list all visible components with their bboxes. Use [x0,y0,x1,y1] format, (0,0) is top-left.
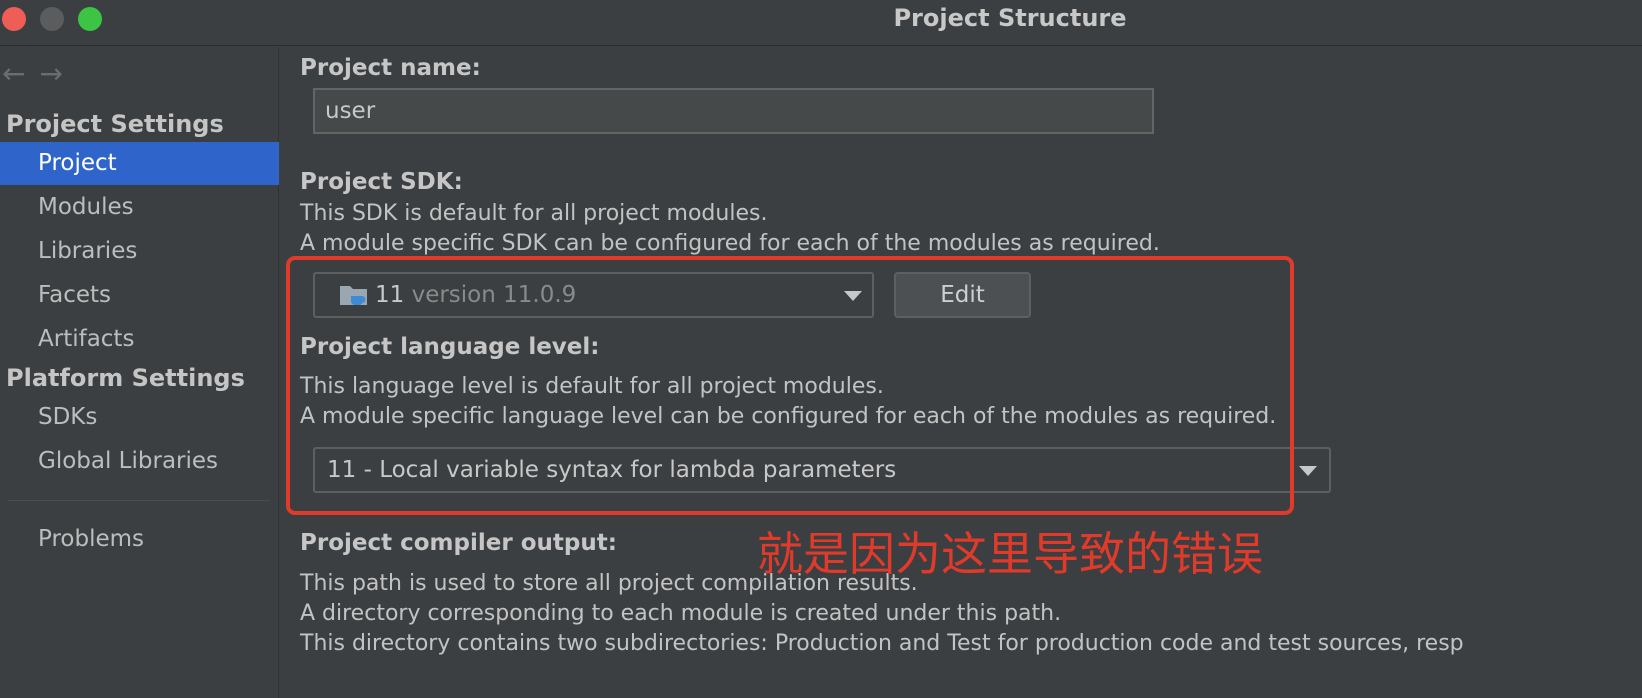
sidebar: ←→ Project Settings Project Modules Libr… [0,47,279,698]
sidebar-divider [8,500,270,501]
window-title: Project Structure [893,4,1127,32]
title-bar: Project Structure [0,0,1642,46]
sidebar-item-artifacts[interactable]: Artifacts [0,318,279,361]
compiler-output-label: Project compiler output: [300,530,617,556]
chevron-down-icon [1299,466,1317,476]
project-settings-header: Project Settings [6,110,224,138]
sdk-description-1: This SDK is default for all project modu… [300,201,768,226]
platform-settings-header: Platform Settings [6,364,245,392]
compiler-output-description-3: This directory contains two subdirectori… [300,631,1464,656]
sidebar-item-modules[interactable]: Modules [0,186,279,229]
forward-arrow-icon[interactable]: → [39,57,76,90]
sidebar-item-sdks[interactable]: SDKs [0,396,279,439]
sidebar-item-problems[interactable]: Problems [0,518,279,561]
sidebar-item-facets[interactable]: Facets [0,274,279,317]
sidebar-item-libraries[interactable]: Libraries [0,230,279,273]
sdk-description-2: A module specific SDK can be configured … [300,231,1160,256]
sidebar-item-global-libraries[interactable]: Global Libraries [0,440,279,483]
project-name-label: Project name: [300,55,481,81]
annotation-text: 就是因为这里导致的错误 [757,527,1263,581]
project-name-input[interactable]: user [313,88,1154,134]
compiler-output-description-2: A directory corresponding to each module… [300,601,1062,626]
sidebar-item-project[interactable]: Project [0,142,279,185]
project-sdk-label: Project SDK: [300,169,463,195]
nav-arrows: ←→ [2,57,77,90]
back-arrow-icon[interactable]: ← [2,57,39,90]
annotation-highlight-box [286,256,1294,515]
